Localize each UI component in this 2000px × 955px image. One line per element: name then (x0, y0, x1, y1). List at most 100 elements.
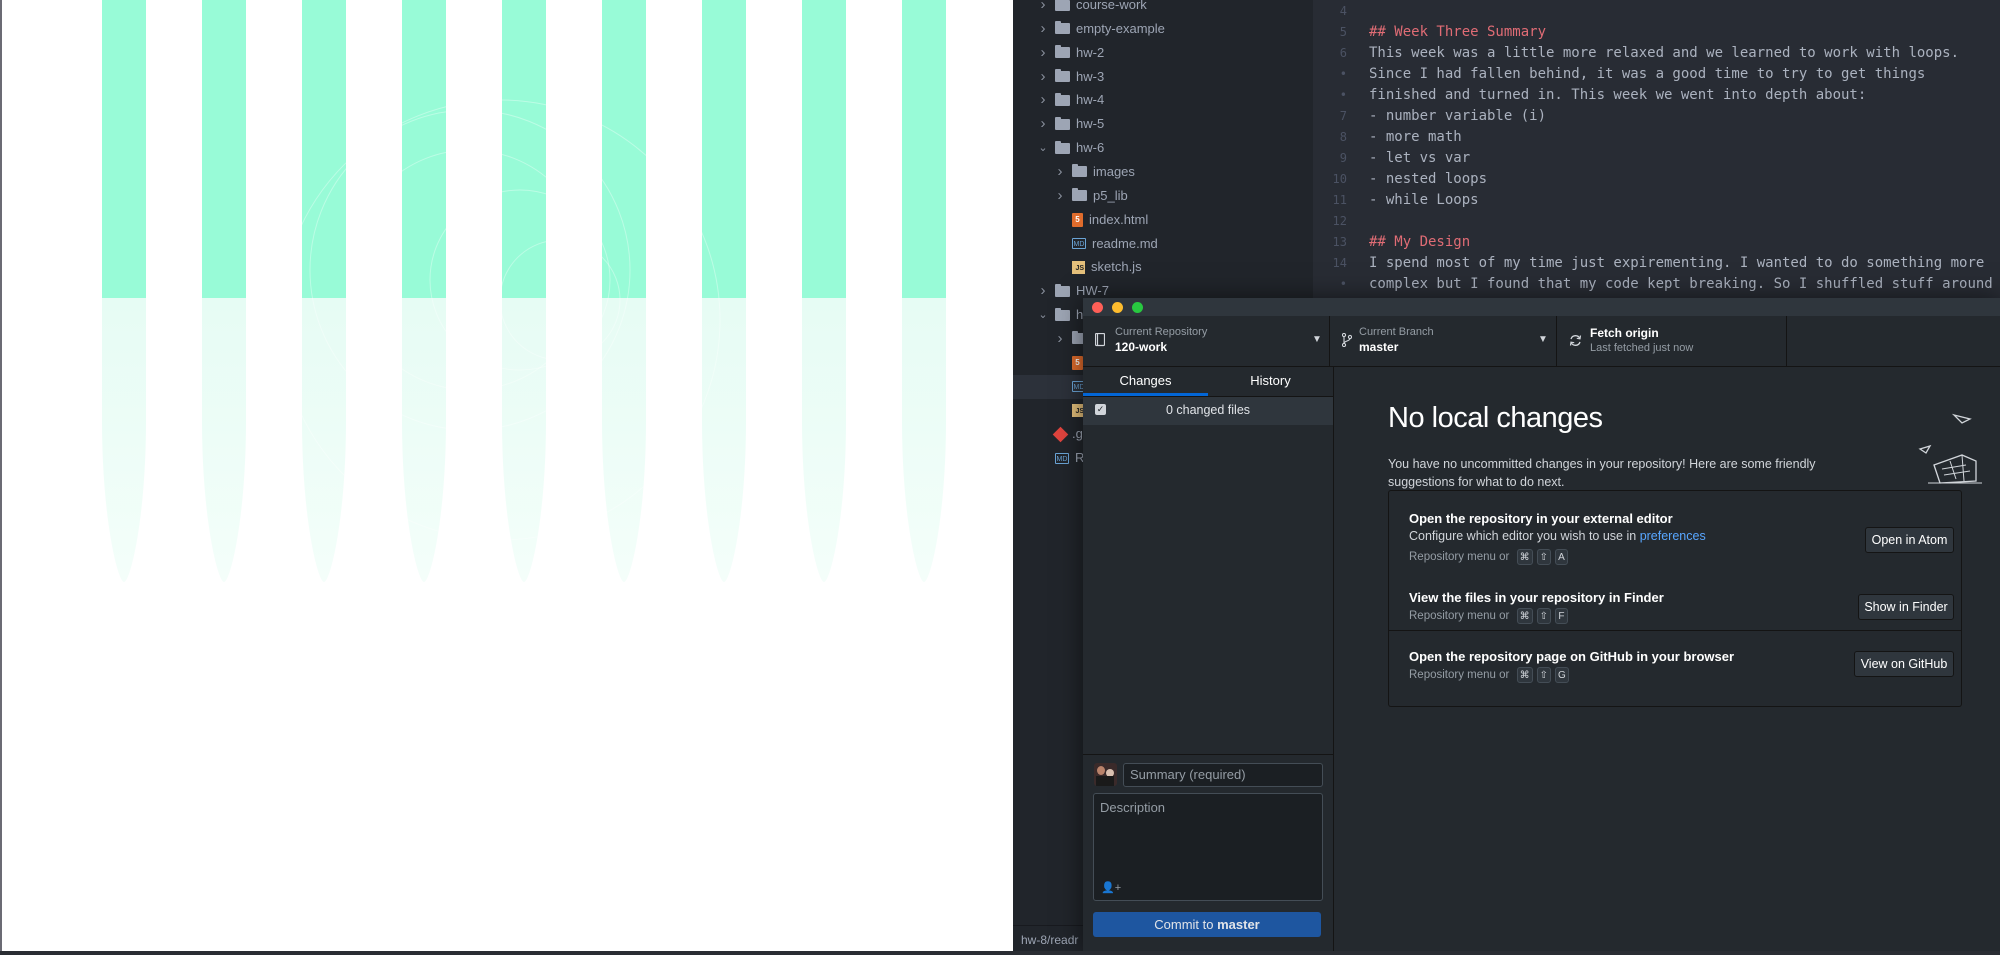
code-line[interactable]: 11 - while Loops (1313, 190, 2000, 211)
tree-item[interactable]: ⌄ hw-6 (1013, 136, 1313, 160)
code-line[interactable]: 7 - number variable (i) (1313, 106, 2000, 127)
toolbar: Current Repository 120-work ▼ Current Br… (1083, 316, 2000, 367)
line-number: 5 (1339, 25, 1347, 39)
tree-item[interactable]: MD readme.md (1013, 232, 1313, 256)
preferences-link[interactable]: preferences (1640, 529, 1706, 543)
status-file-path[interactable]: hw-8/readr (1021, 933, 1078, 947)
tree-item[interactable]: › images (1013, 160, 1313, 184)
fetch-origin-button[interactable]: Fetch origin Last fetched just now (1557, 316, 1787, 366)
code-line[interactable]: 13 ## My Design (1313, 232, 2000, 253)
tree-item[interactable]: 5 index.html (1013, 208, 1313, 232)
stripe (702, 0, 746, 298)
no-changes-text: You have no uncommitted changes in your … (1388, 457, 1816, 489)
tree-item-label: index.html (1089, 211, 1149, 227)
code-line[interactable]: 8 - more math (1313, 127, 2000, 148)
chevron-right-icon[interactable]: › (1037, 279, 1049, 303)
tab-history-label: History (1250, 373, 1291, 388)
add-coauthor-icon[interactable]: 👤+ (1101, 881, 1121, 894)
code-editor[interactable]: 4 5 ## Week Three Summary 6 This week was a … (1313, 0, 2000, 300)
folder-icon (1055, 140, 1070, 154)
code-line[interactable]: 4 (1313, 1, 2000, 22)
view-on-github-button[interactable]: View on GitHub (1854, 651, 1954, 677)
chevron-right-icon[interactable]: › (1054, 327, 1066, 351)
tree-item[interactable]: › hw-3 (1013, 65, 1313, 89)
folder-icon (1055, 0, 1070, 11)
line-number: 14 (1332, 256, 1347, 270)
line-number: 11 (1332, 193, 1347, 207)
commit-form: Summary (required) Description 👤+ Commit… (1083, 754, 1333, 955)
current-branch-dropdown[interactable]: Current Branch master ▼ (1330, 316, 1557, 366)
code-text: - more math (1369, 129, 1462, 145)
tree-item[interactable]: › empty-example (1013, 17, 1313, 41)
tree-item[interactable]: JS sketch.js (1013, 255, 1313, 279)
chevron-right-icon[interactable]: › (1037, 65, 1049, 89)
markdown-heading: ## Week Three Summary (1369, 24, 1547, 40)
code-text: - nested loops (1369, 171, 1488, 187)
chevron-right-icon[interactable]: › (1037, 41, 1049, 65)
key-f: F (1554, 608, 1568, 624)
card-title: Open the repository page on GitHub in yo… (1409, 649, 1735, 664)
summary-input[interactable]: Summary (required) (1123, 763, 1323, 787)
maximize-window-button[interactable] (1132, 302, 1143, 313)
tree-item-label: hw-3 (1076, 68, 1105, 84)
sketch-stripes (102, 0, 946, 582)
line-number: • (1339, 67, 1347, 81)
card-title: View the files in your repository in Fin… (1409, 590, 1664, 605)
paper-plane-illustration (1918, 413, 1982, 484)
code-text: Since I had fallen behind, it was a good… (1369, 66, 1926, 82)
tree-item[interactable]: › hw-4 (1013, 88, 1313, 112)
tree-item-label: hw-2 (1076, 44, 1105, 60)
code-line[interactable]: 14 I spend most of my time just expiremen… (1313, 253, 2000, 274)
tree-item[interactable]: › course-work (1013, 0, 1313, 17)
chevron-right-icon[interactable]: › (1037, 88, 1049, 112)
close-window-button[interactable] (1092, 302, 1103, 313)
javascript-icon: JS (1072, 260, 1085, 274)
chevron-down-icon[interactable]: ⌄ (1037, 303, 1049, 327)
code-line[interactable]: • Since I had fallen behind, it was a goo… (1313, 64, 2000, 85)
fetch-subtitle: Last fetched just now (1590, 342, 1694, 354)
tree-item-label: course-work (1076, 0, 1147, 12)
chevron-right-icon[interactable]: › (1037, 112, 1049, 136)
code-line[interactable]: • finished and turned in. This week we we… (1313, 85, 2000, 106)
caret-down-icon: ▼ (1312, 334, 1322, 345)
code-line[interactable]: 10 - nested loops (1313, 169, 2000, 190)
changed-files-header: ✓ 0 changed files (1083, 397, 1333, 425)
branch-label: Current Branch (1359, 326, 1434, 338)
tree-item[interactable]: › p5_lib (1013, 184, 1313, 208)
stripe (302, 0, 346, 298)
description-textarea[interactable]: Description 👤+ (1093, 793, 1323, 901)
commit-branch: master (1217, 917, 1260, 932)
chevron-right-icon[interactable]: › (1037, 0, 1049, 17)
chevron-right-icon[interactable]: › (1054, 184, 1066, 208)
command-key-icon: ⌘ (1516, 549, 1533, 565)
key-a: A (1554, 549, 1568, 565)
code-line[interactable]: 5 ## Week Three Summary (1313, 22, 2000, 43)
chevron-right-icon[interactable]: › (1037, 17, 1049, 41)
github-desktop-window: Current Repository 120-work ▼ Current Br… (1083, 298, 2000, 955)
code-line[interactable]: 9 - let vs var (1313, 148, 2000, 169)
tree-item[interactable]: › hw-5 (1013, 112, 1313, 136)
tab-changes[interactable]: Changes (1083, 367, 1208, 396)
tab-history[interactable]: History (1208, 367, 1333, 396)
markdown-heading: ## My Design (1369, 234, 1471, 250)
branch-icon (1342, 333, 1352, 347)
code-line[interactable]: 6 This week was a little more relaxed and… (1313, 43, 2000, 64)
tree-item[interactable]: › hw-2 (1013, 41, 1313, 65)
card-title: Open the repository in your external edi… (1409, 511, 1673, 526)
show-in-finder-button[interactable]: Show in Finder (1858, 594, 1954, 620)
minimize-window-button[interactable] (1112, 302, 1123, 313)
stripe-fade (402, 298, 446, 582)
card-description-text: Configure which editor you wish to use i… (1409, 529, 1640, 543)
code-line[interactable]: • complex but I found that my code kept b… (1313, 274, 2000, 295)
open-in-atom-button[interactable]: Open in Atom (1865, 527, 1954, 553)
shift-key-icon: ⇧ (1536, 667, 1551, 683)
chevron-right-icon[interactable]: › (1054, 160, 1066, 184)
commit-button[interactable]: Commit to master (1093, 912, 1321, 937)
code-line[interactable]: 12 (1313, 211, 2000, 232)
repo-icon (1095, 333, 1105, 347)
chevron-down-icon[interactable]: ⌄ (1037, 136, 1049, 160)
current-repository-dropdown[interactable]: Current Repository 120-work ▼ (1083, 316, 1330, 366)
window-edge (0, 0, 2, 955)
repo-name: 120-work (1115, 340, 1168, 354)
line-number: 4 (1339, 4, 1347, 18)
